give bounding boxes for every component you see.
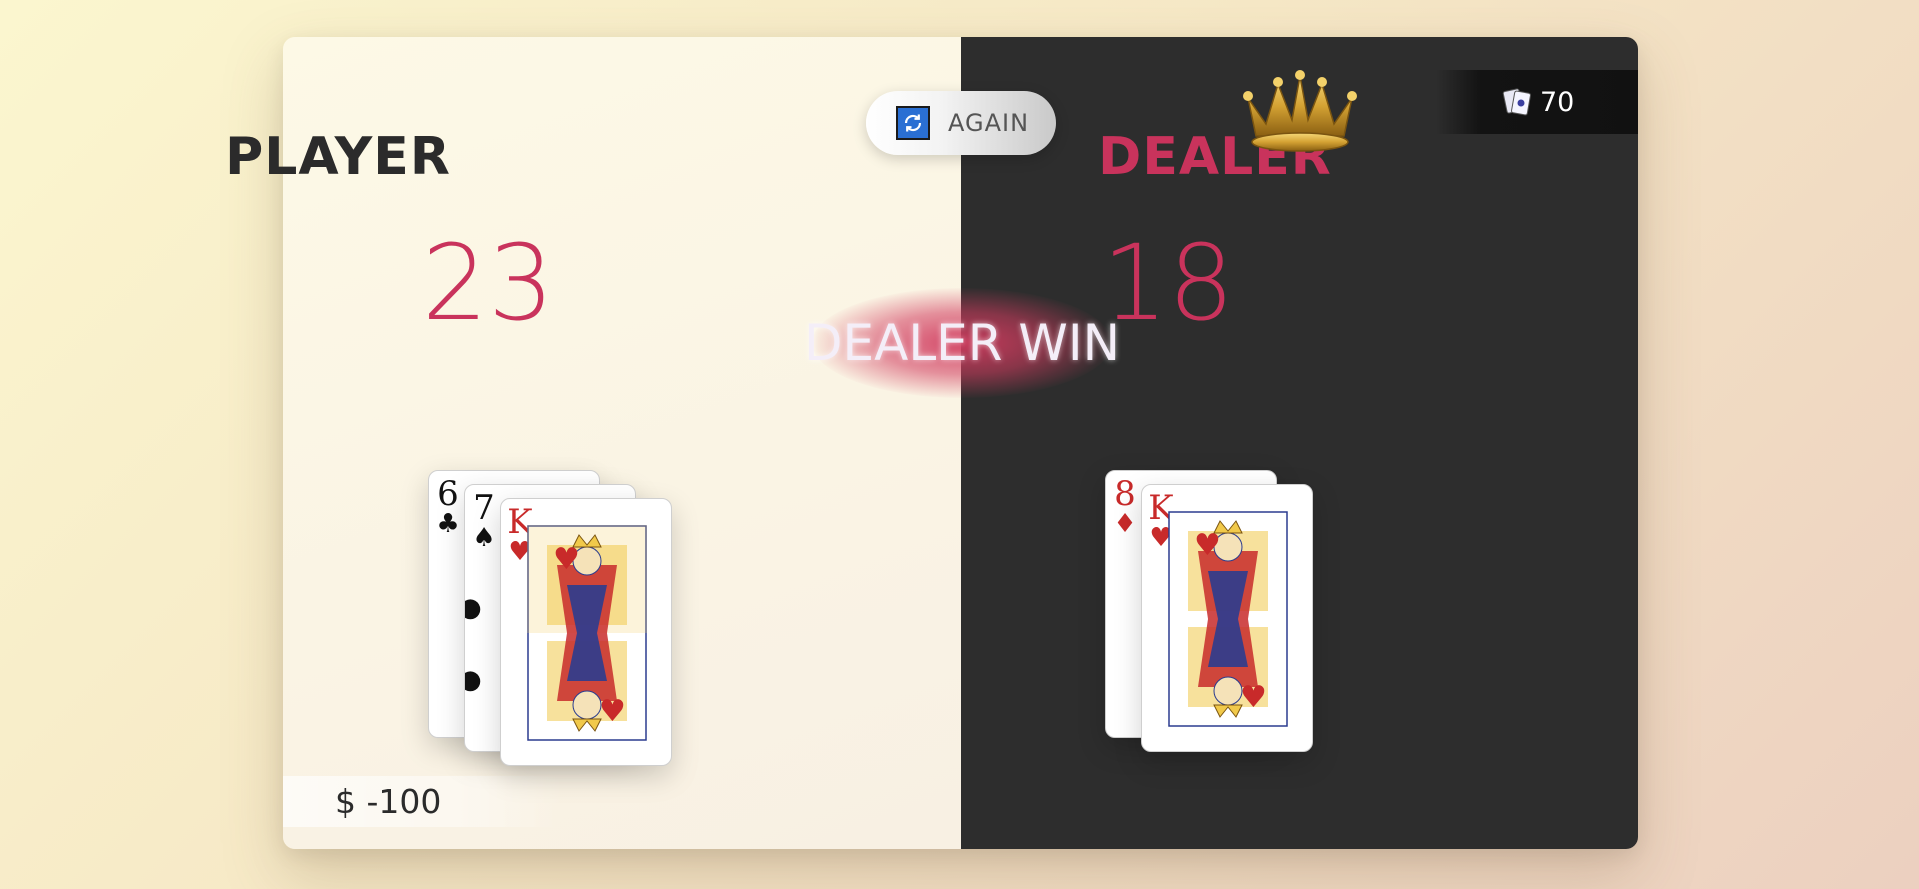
card-suit: ♠ — [472, 523, 496, 553]
svg-text:♥: ♥ — [1194, 528, 1221, 563]
card-rank: 6 — [437, 474, 459, 514]
result-banner: DEALER WIN — [772, 278, 1152, 408]
pip-icon: ● — [465, 665, 482, 695]
svg-text:♥: ♥ — [553, 542, 580, 577]
result-text: DEALER WIN — [804, 314, 1120, 372]
card-suit: ♣ — [436, 509, 460, 539]
deck-remaining: 70 — [1540, 86, 1575, 118]
again-button[interactable]: AGAIN — [866, 91, 1056, 155]
king-face-icon: ♥ ♥ — [1168, 511, 1288, 727]
svg-text:♥: ♥ — [599, 694, 626, 729]
card-rank: 7 — [473, 488, 495, 528]
player-title: PLAYER — [225, 127, 451, 187]
dealer-card-2: K ♥ ♥ ♥ — [1141, 484, 1313, 752]
refresh-icon — [896, 106, 930, 140]
crown-icon — [1243, 70, 1357, 152]
player-score: 23 — [421, 222, 555, 344]
deck-counter: 70 — [1436, 70, 1638, 134]
balance-value: $ -100 — [335, 782, 442, 821]
cards-deck-icon — [1502, 88, 1531, 116]
king-face-icon: ♥ ♥ — [527, 525, 647, 741]
again-label: AGAIN — [948, 109, 1030, 137]
card-rank: 8 — [1114, 474, 1136, 514]
player-card-3: K ♥ ♥ ♥ — [500, 498, 672, 766]
player-balance: $ -100 — [283, 776, 563, 827]
pip-icon: ● — [465, 593, 482, 623]
card-suit: ♦ — [1113, 509, 1137, 539]
svg-text:♥: ♥ — [1240, 680, 1267, 715]
